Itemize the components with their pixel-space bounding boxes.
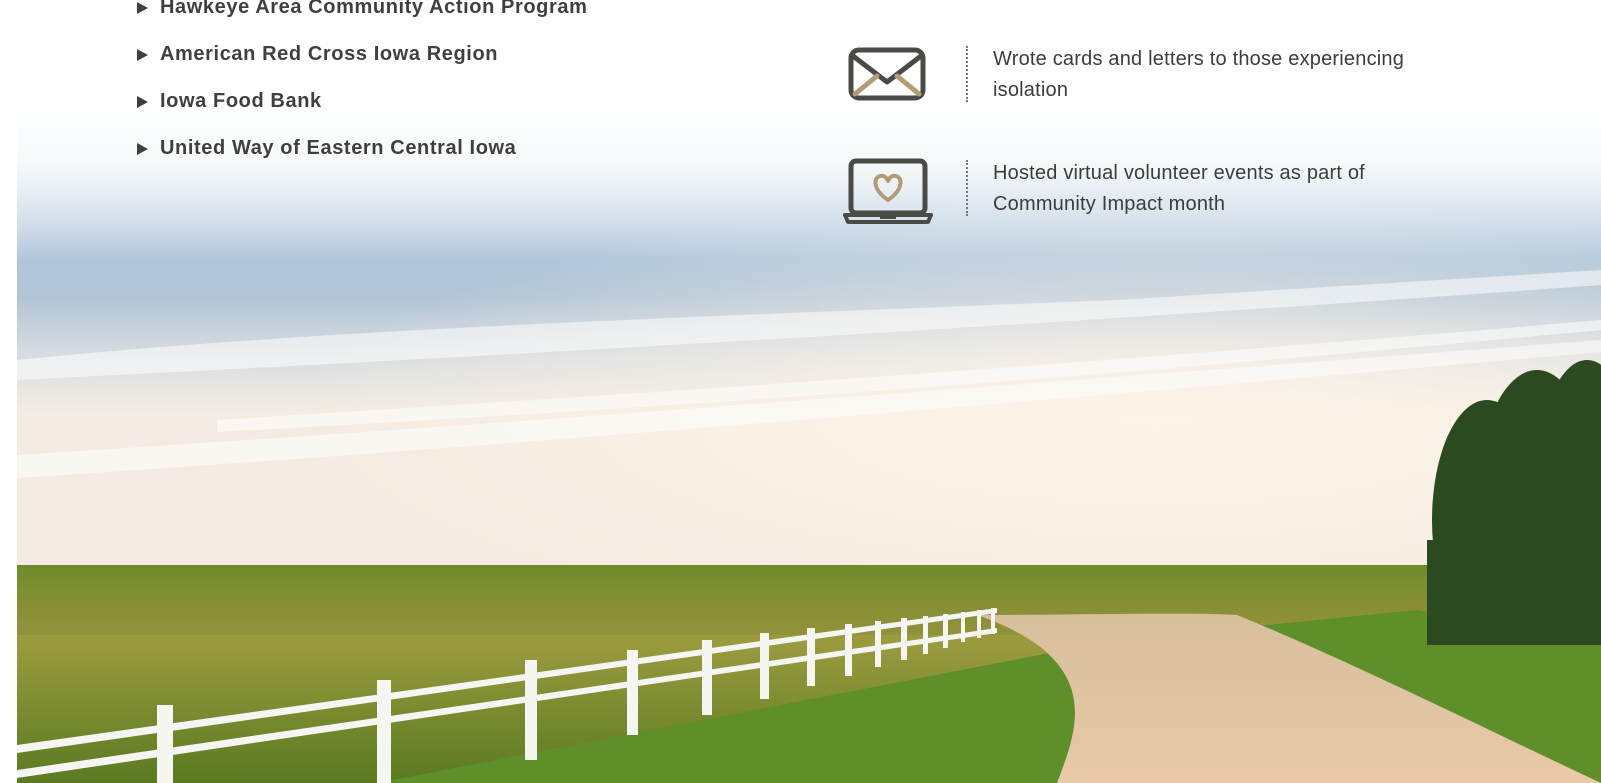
dotted-divider (966, 160, 968, 216)
dotted-divider (966, 46, 968, 102)
triangle-bullet-icon (137, 48, 148, 61)
partner-list: Hawkeye Area Community Action Program Am… (137, 0, 588, 172)
activity-item: Hosted virtual volunteer events as part … (843, 158, 1423, 230)
triangle-bullet-icon (137, 142, 148, 155)
list-item: United Way of Eastern Central Iowa (137, 125, 588, 172)
activity-item: Wrote cards and letters to those experie… (843, 44, 1423, 116)
partner-name: United Way of Eastern Central Iowa (160, 137, 517, 159)
partner-name: American Red Cross Iowa Region (160, 43, 499, 65)
activity-text: Hosted virtual volunteer events as part … (993, 162, 1365, 215)
triangle-bullet-icon (137, 1, 148, 14)
activity-text: Wrote cards and letters to those experie… (993, 48, 1405, 101)
list-item: Hawkeye Area Community Action Program (137, 0, 588, 31)
partner-name: Iowa Food Bank (160, 90, 322, 112)
envelope-icon (848, 47, 926, 101)
triangle-bullet-icon (137, 95, 148, 108)
list-item: Iowa Food Bank (137, 78, 588, 125)
partner-name: Hawkeye Area Community Action Program (160, 0, 588, 18)
laptop-heart-icon (843, 158, 933, 224)
list-item: American Red Cross Iowa Region (137, 31, 588, 78)
